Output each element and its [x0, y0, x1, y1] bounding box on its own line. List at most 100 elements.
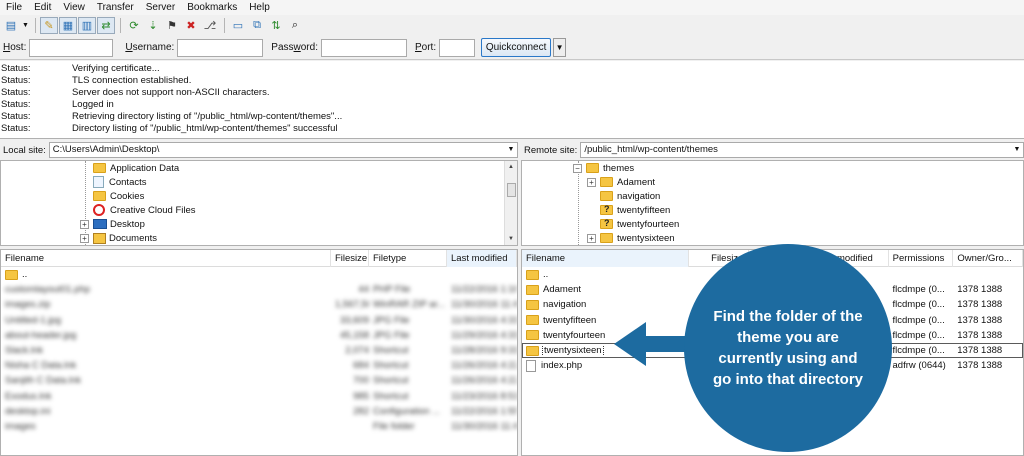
chevron-down-icon[interactable]: ▼: [1011, 143, 1023, 157]
callout-arrow-icon: [614, 322, 692, 366]
list-item[interactable]: Sanjith C Data.lnk 700 Shortcut 11/26/2016 …: [1, 373, 517, 388]
log-line: Status: Directory listing of "/public_htm…: [1, 123, 338, 134]
documents-icon: [93, 232, 106, 244]
local-site-label: Local site:: [3, 144, 46, 156]
folder-icon: [526, 269, 539, 280]
process-queue-icon[interactable]: ⇣: [144, 17, 162, 34]
local-site-bar: Local site: C:\Users\Admin\Desktop\ ▼: [0, 141, 518, 159]
column-filename[interactable]: Filename: [1, 250, 331, 267]
password-label: Password:: [271, 42, 318, 53]
folder-icon: [526, 315, 539, 326]
list-item[interactable]: customlayout01.php 44 PHP File 11/22/2016 1…: [1, 282, 517, 297]
toolbar-separator: [35, 17, 36, 33]
list-item[interactable]: Untitled-1.jpg 33,609 JPG File 11/30/2016 4…: [1, 313, 517, 328]
column-last-modified[interactable]: Last modified: [447, 250, 517, 267]
remote-path-input[interactable]: /public_html/wp-content/themes ▼: [580, 142, 1024, 158]
toolbar: ▤ ▼ ✎ ▦ ▥ ⇄ ⟳ ⇣ ⚑ ✖ ⎇ ▭ ⧉ ⇅ ⌕: [0, 15, 1024, 35]
tree-item-themes[interactable]: − themes: [573, 161, 634, 175]
tree-item-twentysixteen[interactable]: + twentysixteen: [587, 231, 675, 245]
local-directory-tree: Application Data Contacts Cookies Creati…: [0, 160, 518, 246]
tree-item-cookies[interactable]: Cookies: [93, 189, 144, 203]
menu-edit[interactable]: Edit: [28, 2, 57, 13]
quickconnect-history-dropdown[interactable]: ▼: [553, 38, 567, 57]
expand-icon[interactable]: +: [587, 177, 596, 187]
list-item[interactable]: about-header.jpg 45,158 JPG File 11/29/2016…: [1, 328, 517, 343]
quickconnect-bar: Host: Username: Password: Port: Quickcon…: [0, 36, 1024, 60]
host-label: Host:: [3, 42, 27, 53]
list-item[interactable]: Exodus.lnk985Shortcut11/23/2016 8:51...: [1, 389, 517, 404]
toggle-remote-tree-icon[interactable]: ▥: [78, 16, 96, 34]
tree-item-documents[interactable]: + Documents: [80, 231, 157, 245]
menu-view[interactable]: View: [57, 2, 91, 13]
site-manager-icon[interactable]: ▤: [2, 17, 20, 34]
expand-icon[interactable]: +: [80, 219, 89, 229]
site-manager-dropdown-icon[interactable]: ▼: [21, 17, 30, 34]
remote-site-label: Remote site:: [524, 144, 578, 156]
tree-item-twentyfourteen[interactable]: twentyfourteen: [600, 217, 679, 231]
creative-cloud-icon: [93, 204, 105, 217]
disconnect-icon[interactable]: ✖: [182, 17, 200, 34]
compare-icon[interactable]: ⧉: [248, 17, 266, 34]
quickconnect-button[interactable]: Quickconnect: [481, 38, 552, 57]
search-icon[interactable]: ⌕: [286, 17, 304, 34]
menu-help[interactable]: Help: [243, 2, 276, 13]
list-item[interactable]: Nisha C Data.lnk 684 Shortcut 11/26/2016 4:…: [1, 358, 517, 373]
menu-transfer[interactable]: Transfer: [91, 2, 140, 13]
folder-icon: [600, 233, 613, 244]
port-input[interactable]: [439, 38, 476, 57]
folder-open-icon: [586, 163, 599, 174]
local-tree-scrollbar[interactable]: ▲ ▼: [504, 161, 517, 245]
message-log: Status: Verifying certificate... Status: T…: [0, 61, 1024, 139]
file-icon: [526, 359, 536, 372]
cancel-icon[interactable]: ⚑: [163, 17, 181, 34]
password-input[interactable]: [320, 38, 407, 57]
refresh-icon[interactable]: ⟳: [125, 17, 143, 34]
column-filename[interactable]: Filename: [522, 250, 690, 267]
list-item[interactable]: images.zip1,567,562WinRAR ZIP ar...11/30…: [1, 297, 517, 312]
column-owner-group[interactable]: Owner/Gro...: [953, 250, 1023, 267]
toggle-local-tree-icon[interactable]: ▦: [59, 16, 77, 34]
expand-icon[interactable]: +: [587, 233, 596, 243]
chevron-down-icon[interactable]: ▼: [505, 143, 517, 157]
unknown-folder-icon: [600, 204, 613, 216]
scroll-down-icon[interactable]: ▼: [505, 233, 517, 245]
toolbar-separator: [120, 17, 121, 33]
list-item[interactable]: ..: [1, 267, 517, 282]
list-item[interactable]: Slack.lnk2,074Shortcut11/28/2016 9:31...: [1, 343, 517, 358]
list-item[interactable]: desktop.ini 282 Configuration ... 11/22/201…: [1, 404, 517, 419]
expand-icon[interactable]: +: [80, 233, 89, 243]
toggle-log-icon[interactable]: ✎: [40, 16, 58, 34]
tree-item-creative-cloud-files[interactable]: Creative Cloud Files: [93, 203, 196, 217]
menu-file[interactable]: File: [0, 2, 28, 13]
reconnect-icon[interactable]: ⎇: [201, 17, 219, 34]
remote-site-bar: Remote site: /public_html/wp-content/the…: [521, 141, 1024, 159]
toggle-queue-icon[interactable]: ⇄: [97, 16, 115, 34]
list-item[interactable]: imagesFile folder11/30/2016 11:41...: [1, 419, 517, 434]
callout-bubble: Find the folder of the theme you are cur…: [684, 244, 892, 452]
tree-item-contacts[interactable]: Contacts: [93, 175, 147, 189]
directory-filter-icon[interactable]: ▭: [229, 17, 247, 34]
tree-item-application-data[interactable]: Application Data: [93, 161, 179, 175]
local-path-input[interactable]: C:\Users\Admin\Desktop\ ▼: [48, 142, 518, 158]
local-file-list: Filename Filesize Filetype Last modified…: [0, 249, 518, 456]
tree-item-navigation[interactable]: navigation: [600, 189, 660, 203]
menu-server[interactable]: Server: [140, 2, 181, 13]
log-line: Status: Logged in: [1, 99, 114, 110]
column-filetype[interactable]: Filetype: [369, 250, 447, 267]
desktop-icon: [93, 219, 107, 230]
tree-item-desktop[interactable]: + Desktop: [80, 217, 145, 231]
sync-browse-icon[interactable]: ⇅: [267, 17, 285, 34]
tree-item-twentyfifteen[interactable]: twentyfifteen: [600, 203, 670, 217]
column-permissions[interactable]: Permissions: [889, 250, 954, 267]
folder-icon: [600, 177, 613, 188]
host-input[interactable]: [29, 38, 114, 57]
tree-item-adament[interactable]: + Adament: [587, 175, 655, 189]
scroll-thumb[interactable]: [507, 183, 516, 197]
username-input[interactable]: [177, 38, 264, 57]
folder-icon: [526, 299, 539, 310]
menu-bookmarks[interactable]: Bookmarks: [181, 2, 243, 13]
collapse-icon[interactable]: −: [573, 163, 582, 173]
scroll-up-icon[interactable]: ▲: [505, 161, 517, 173]
port-label: Port:: [414, 42, 437, 53]
column-filesize[interactable]: Filesize: [331, 250, 369, 267]
